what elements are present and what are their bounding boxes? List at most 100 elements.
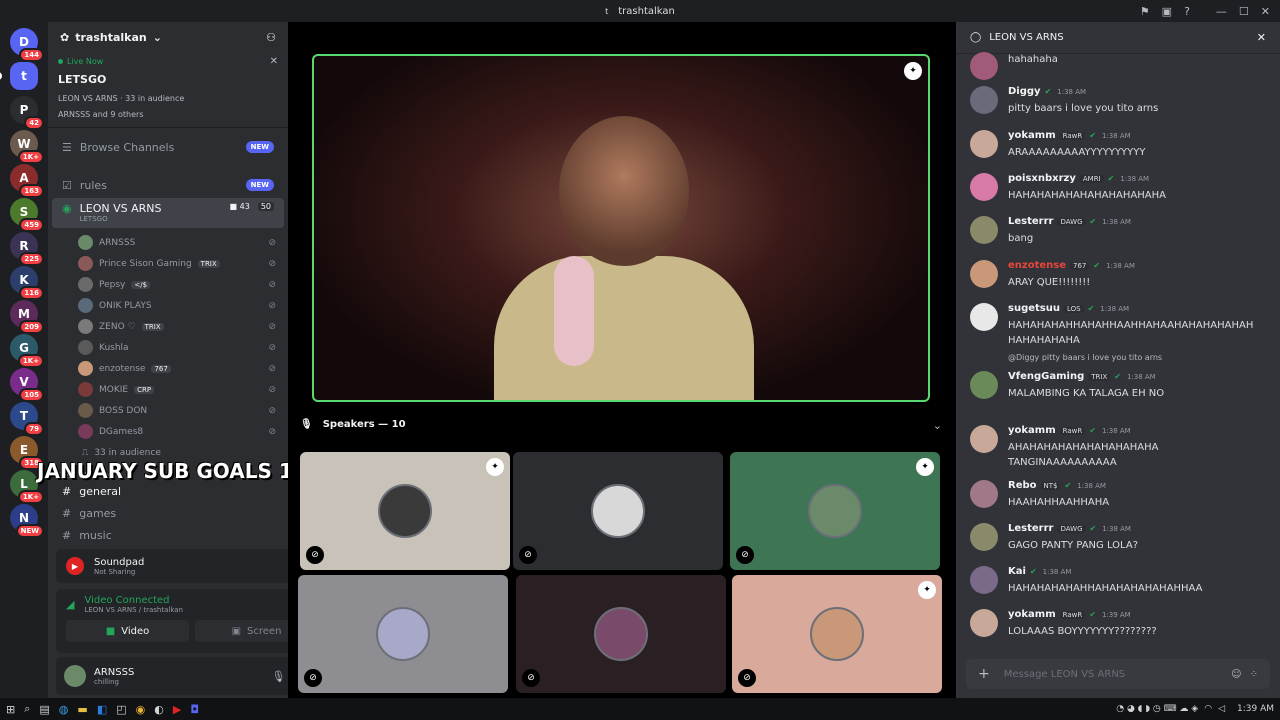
task-view-icon[interactable]: ▤ [39, 703, 49, 716]
avatar[interactable] [970, 52, 998, 80]
text-channel-general[interactable]: # general [52, 480, 284, 502]
message-author[interactable]: sugetsuu LOS ✔ 1:38 AM [1008, 303, 1129, 314]
message-author[interactable]: Lesterrr DAWG ✔ 1:38 AM [1008, 216, 1131, 227]
server-icon-5[interactable]: S 459 [10, 198, 44, 232]
signal-icon[interactable]: ◢ [66, 598, 74, 611]
tray-icons[interactable]: ◔ ◕ ◖ ◗ ◷ ⌨ ☁ ◈ [1116, 704, 1198, 714]
server-icon-4[interactable]: A 163 [10, 164, 44, 198]
message-input[interactable]: + Message LEON VS ARNS ☺ ⁘ [966, 659, 1270, 689]
speaker-tile[interactable]: ⊘ ✦ [300, 452, 510, 570]
chrome-icon[interactable]: ◉ [136, 703, 146, 716]
close-chat-icon[interactable]: ✕ [1257, 31, 1266, 44]
server-header[interactable]: ✿ trashtalkan ⌄ ⚇ [48, 22, 288, 52]
close-icon[interactable]: ✕ [270, 56, 278, 67]
wifi-icon[interactable]: ◠ [1204, 704, 1212, 714]
avatar[interactable] [970, 609, 998, 637]
apps-icon[interactable]: ⁘ [1250, 669, 1258, 680]
clock[interactable]: 1:39 AM [1237, 704, 1274, 714]
avatar[interactable] [970, 303, 998, 331]
server-icon-7[interactable]: K 116 [10, 266, 44, 300]
discord-icon[interactable]: ◘ [190, 703, 199, 716]
speaker-tile[interactable]: ⊘ ✦ [730, 452, 940, 570]
minimize-button[interactable]: — [1216, 5, 1227, 18]
server-icon-1[interactable]: t [0, 62, 38, 90]
message-author[interactable]: poisxnbxrzy AMRI ✔ 1:38 AM [1008, 173, 1149, 184]
screen-share-icon[interactable]: ▣ [1162, 5, 1172, 18]
avatar[interactable] [970, 523, 998, 551]
message-author[interactable]: enzotense 767 ✔ 1:38 AM [1008, 260, 1135, 271]
server-icon-0[interactable]: D 144 [10, 28, 44, 62]
voice-user[interactable]: Kushla ⊘ [48, 337, 288, 358]
voice-channel-leon-vs-arns[interactable]: ◉ LEON VS ARNS LETSGO ■ 43 50 [52, 198, 284, 228]
voice-user[interactable]: ONIK PLAYS ⊘ [48, 295, 288, 316]
youtube-icon[interactable]: ▶ [173, 703, 181, 716]
message-author[interactable]: Lesterrr DAWG ✔ 1:38 AM [1008, 523, 1131, 534]
live-stage-card[interactable]: Live Now ✕ LETSGO LEON VS ARNS · 33 in au… [48, 52, 288, 128]
pin-icon[interactable]: ✦ [918, 581, 936, 599]
voice-user[interactable]: ARNSSS ⊘ [48, 232, 288, 253]
edge-icon[interactable]: ◍ [59, 703, 69, 716]
speaker-tile[interactable]: ⊘ [516, 575, 726, 693]
steam-icon[interactable]: ◐ [154, 703, 164, 716]
avatar[interactable] [970, 371, 998, 399]
message-author[interactable]: yokamm RawR ✔ 1:39 AM [1008, 609, 1131, 620]
featured-video[interactable]: ✦ [312, 54, 930, 402]
avatar[interactable] [970, 260, 998, 288]
speaker-tile[interactable]: ⊘ [298, 575, 508, 693]
message-author[interactable]: yokamm RawR ✔ 1:38 AM [1008, 425, 1131, 436]
volume-icon[interactable]: ◁ [1218, 704, 1225, 714]
server-icon-3[interactable]: W 1K+ [10, 130, 44, 164]
server-icon-13[interactable]: L 1K+ [10, 470, 44, 504]
server-icon-8[interactable]: M 209 [10, 300, 44, 334]
voice-user[interactable]: enzotense 767 ⊘ [48, 358, 288, 379]
server-icon-6[interactable]: R 225 [10, 232, 44, 266]
collapse-chevron-icon[interactable]: ⌄ [933, 419, 942, 432]
add-user-icon[interactable]: ⚇ [266, 31, 276, 44]
avatar[interactable] [970, 425, 998, 453]
voice-user[interactable]: DGames8 ⊘ [48, 421, 288, 442]
mic-icon[interactable]: 🎙 [271, 670, 285, 683]
store-icon[interactable]: ◰ [116, 703, 126, 716]
avatar[interactable] [970, 173, 998, 201]
close-window-button[interactable]: ✕ [1261, 5, 1270, 18]
message-author[interactable]: Rebo NT$ ✔ 1:38 AM [1008, 480, 1106, 491]
search-icon[interactable]: ⌕ [24, 702, 30, 716]
server-icon-12[interactable]: E 318 [10, 436, 44, 470]
channel-rules[interactable]: ☑ rules NEW [52, 172, 284, 198]
avatar[interactable] [970, 566, 998, 594]
add-attachment-icon[interactable]: + [978, 666, 990, 682]
voice-user[interactable]: Prince Sison Gaming TRIX ⊘ [48, 253, 288, 274]
avatar[interactable] [970, 216, 998, 244]
explorer-icon[interactable]: ▬ [77, 703, 87, 716]
outlook-icon[interactable]: ◧ [97, 703, 107, 716]
text-channel-music[interactable]: # music [52, 524, 284, 546]
server-icon-10[interactable]: V 105 [10, 368, 44, 402]
start-icon[interactable]: ⊞ [6, 703, 15, 716]
server-icon-14[interactable]: N NEW [10, 504, 44, 538]
speaker-tile[interactable]: ⊘ ✦ [732, 575, 942, 693]
connection-channel[interactable]: LEON VS ARNS / trashtalkan [84, 606, 183, 614]
browse-channels[interactable]: ☰ Browse Channels NEW [52, 134, 284, 160]
inbox-icon[interactable]: ⚑ [1140, 5, 1150, 18]
video-button[interactable]: ■ Video [66, 620, 189, 642]
message-author[interactable]: Diggy ✔ 1:38 AM [1008, 86, 1086, 97]
voice-user[interactable]: MOKIE CRP ⊘ [48, 379, 288, 400]
pin-icon[interactable]: ✦ [486, 458, 504, 476]
text-channel-games[interactable]: # games [52, 502, 284, 524]
avatar[interactable] [64, 665, 86, 687]
server-icon-2[interactable]: P 42 [10, 96, 44, 130]
avatar[interactable] [970, 130, 998, 158]
voice-user[interactable]: ZENO ♡ TRIX ⊘ [48, 316, 288, 337]
server-icon-9[interactable]: G 1K+ [10, 334, 44, 368]
voice-user[interactable]: BOSS DON ⊘ [48, 400, 288, 421]
message-author[interactable]: VfengGaming TRIX ✔ 1:38 AM [1008, 371, 1156, 382]
server-icon-11[interactable]: T 79 [10, 402, 44, 436]
help-icon[interactable]: ? [1184, 5, 1190, 18]
avatar[interactable] [970, 480, 998, 508]
message-author[interactable]: Kai ✔ 1:38 AM [1008, 566, 1071, 577]
message-author[interactable]: yokamm RawR ✔ 1:38 AM [1008, 130, 1131, 141]
connection-status[interactable]: Video Connected [84, 595, 183, 606]
speaker-tile[interactable]: ⊘ [513, 452, 723, 570]
pin-icon[interactable]: ✦ [916, 458, 934, 476]
maximize-button[interactable]: ☐ [1239, 5, 1249, 18]
